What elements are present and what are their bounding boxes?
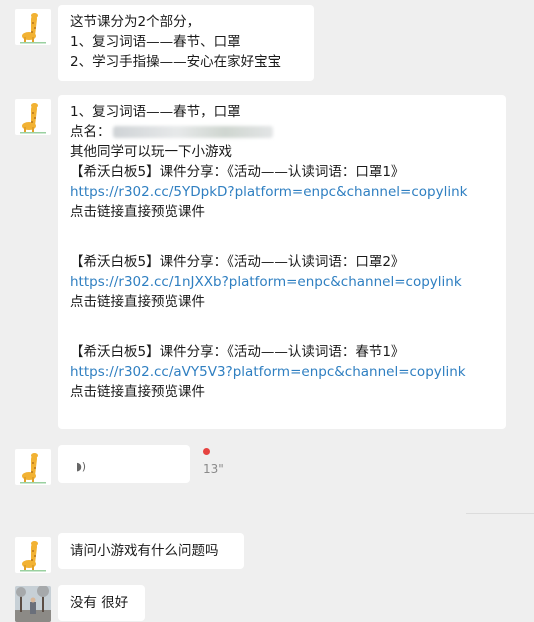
divider [466, 513, 534, 514]
message-bubble[interactable]: 1、复习词语——春节，口罩 点名： 其他同学可以玩一下小游戏 【希沃白板5】课件… [58, 95, 506, 429]
message-text: 1、复习词语——春节，口罩 [70, 104, 241, 120]
parent-avatar[interactable] [15, 586, 51, 622]
message-text: 其他同学可以玩一下小游戏 [70, 144, 232, 160]
courseware-hint: 点击链接直接预览课件 [70, 294, 205, 310]
courseware-title: 【希沃白板5】课件分享：《活动——认读词语：春节1》 [70, 344, 405, 360]
message-text: 1、复习词语——春节、口罩 [70, 34, 241, 50]
message-bubble[interactable]: 请问小游戏有什么问题吗 [58, 533, 244, 569]
teacher-avatar[interactable] [15, 99, 51, 135]
giraffe-icon [20, 13, 46, 44]
courseware-hint: 点击链接直接预览课件 [70, 384, 205, 400]
roll-call-line: 点名： [70, 122, 494, 142]
giraffe-icon [20, 103, 46, 134]
roll-call-label: 点名： [70, 124, 111, 140]
redacted-names [112, 126, 273, 138]
voice-duration: 13" [203, 462, 224, 476]
teacher-avatar[interactable] [15, 9, 51, 45]
courseware-title: 【希沃白板5】课件分享：《活动——认读词语：口罩1》 [70, 164, 405, 180]
courseware-link[interactable]: https://r302.cc/1nJXXb?platform=enpc&cha… [70, 272, 494, 292]
courseware-link[interactable]: https://r302.cc/aVY5V3?platform=enpc&cha… [70, 362, 494, 382]
message-bubble[interactable]: 这节课分为2个部分， 1、复习词语——春节、口罩 2、学习手指操——安心在家好宝… [58, 5, 314, 81]
courseware-title: 【希沃白板5】课件分享：《活动——认读词语：口罩2》 [70, 254, 405, 270]
message-text: 请问小游戏有什么问题吗 [70, 543, 219, 559]
courseware-hint: 点击链接直接预览课件 [70, 204, 205, 220]
message-bubble[interactable]: 没有 很好 [58, 585, 145, 621]
teacher-avatar[interactable] [15, 449, 51, 485]
photo-avatar [15, 586, 51, 622]
unread-dot [203, 448, 210, 455]
message-text: 2、学习手指操——安心在家好宝宝 [70, 54, 282, 70]
voice-wave-icon: ◗) [76, 460, 87, 473]
message-text: 没有 很好 [70, 595, 129, 611]
giraffe-icon [20, 541, 46, 572]
message-text: 这节课分为2个部分， [70, 14, 201, 30]
voice-message-bubble[interactable]: ◗) [58, 445, 190, 483]
giraffe-icon [20, 453, 46, 484]
courseware-link[interactable]: https://r302.cc/5YDpkD?platform=enpc&cha… [70, 182, 494, 202]
teacher-avatar[interactable] [15, 537, 51, 573]
